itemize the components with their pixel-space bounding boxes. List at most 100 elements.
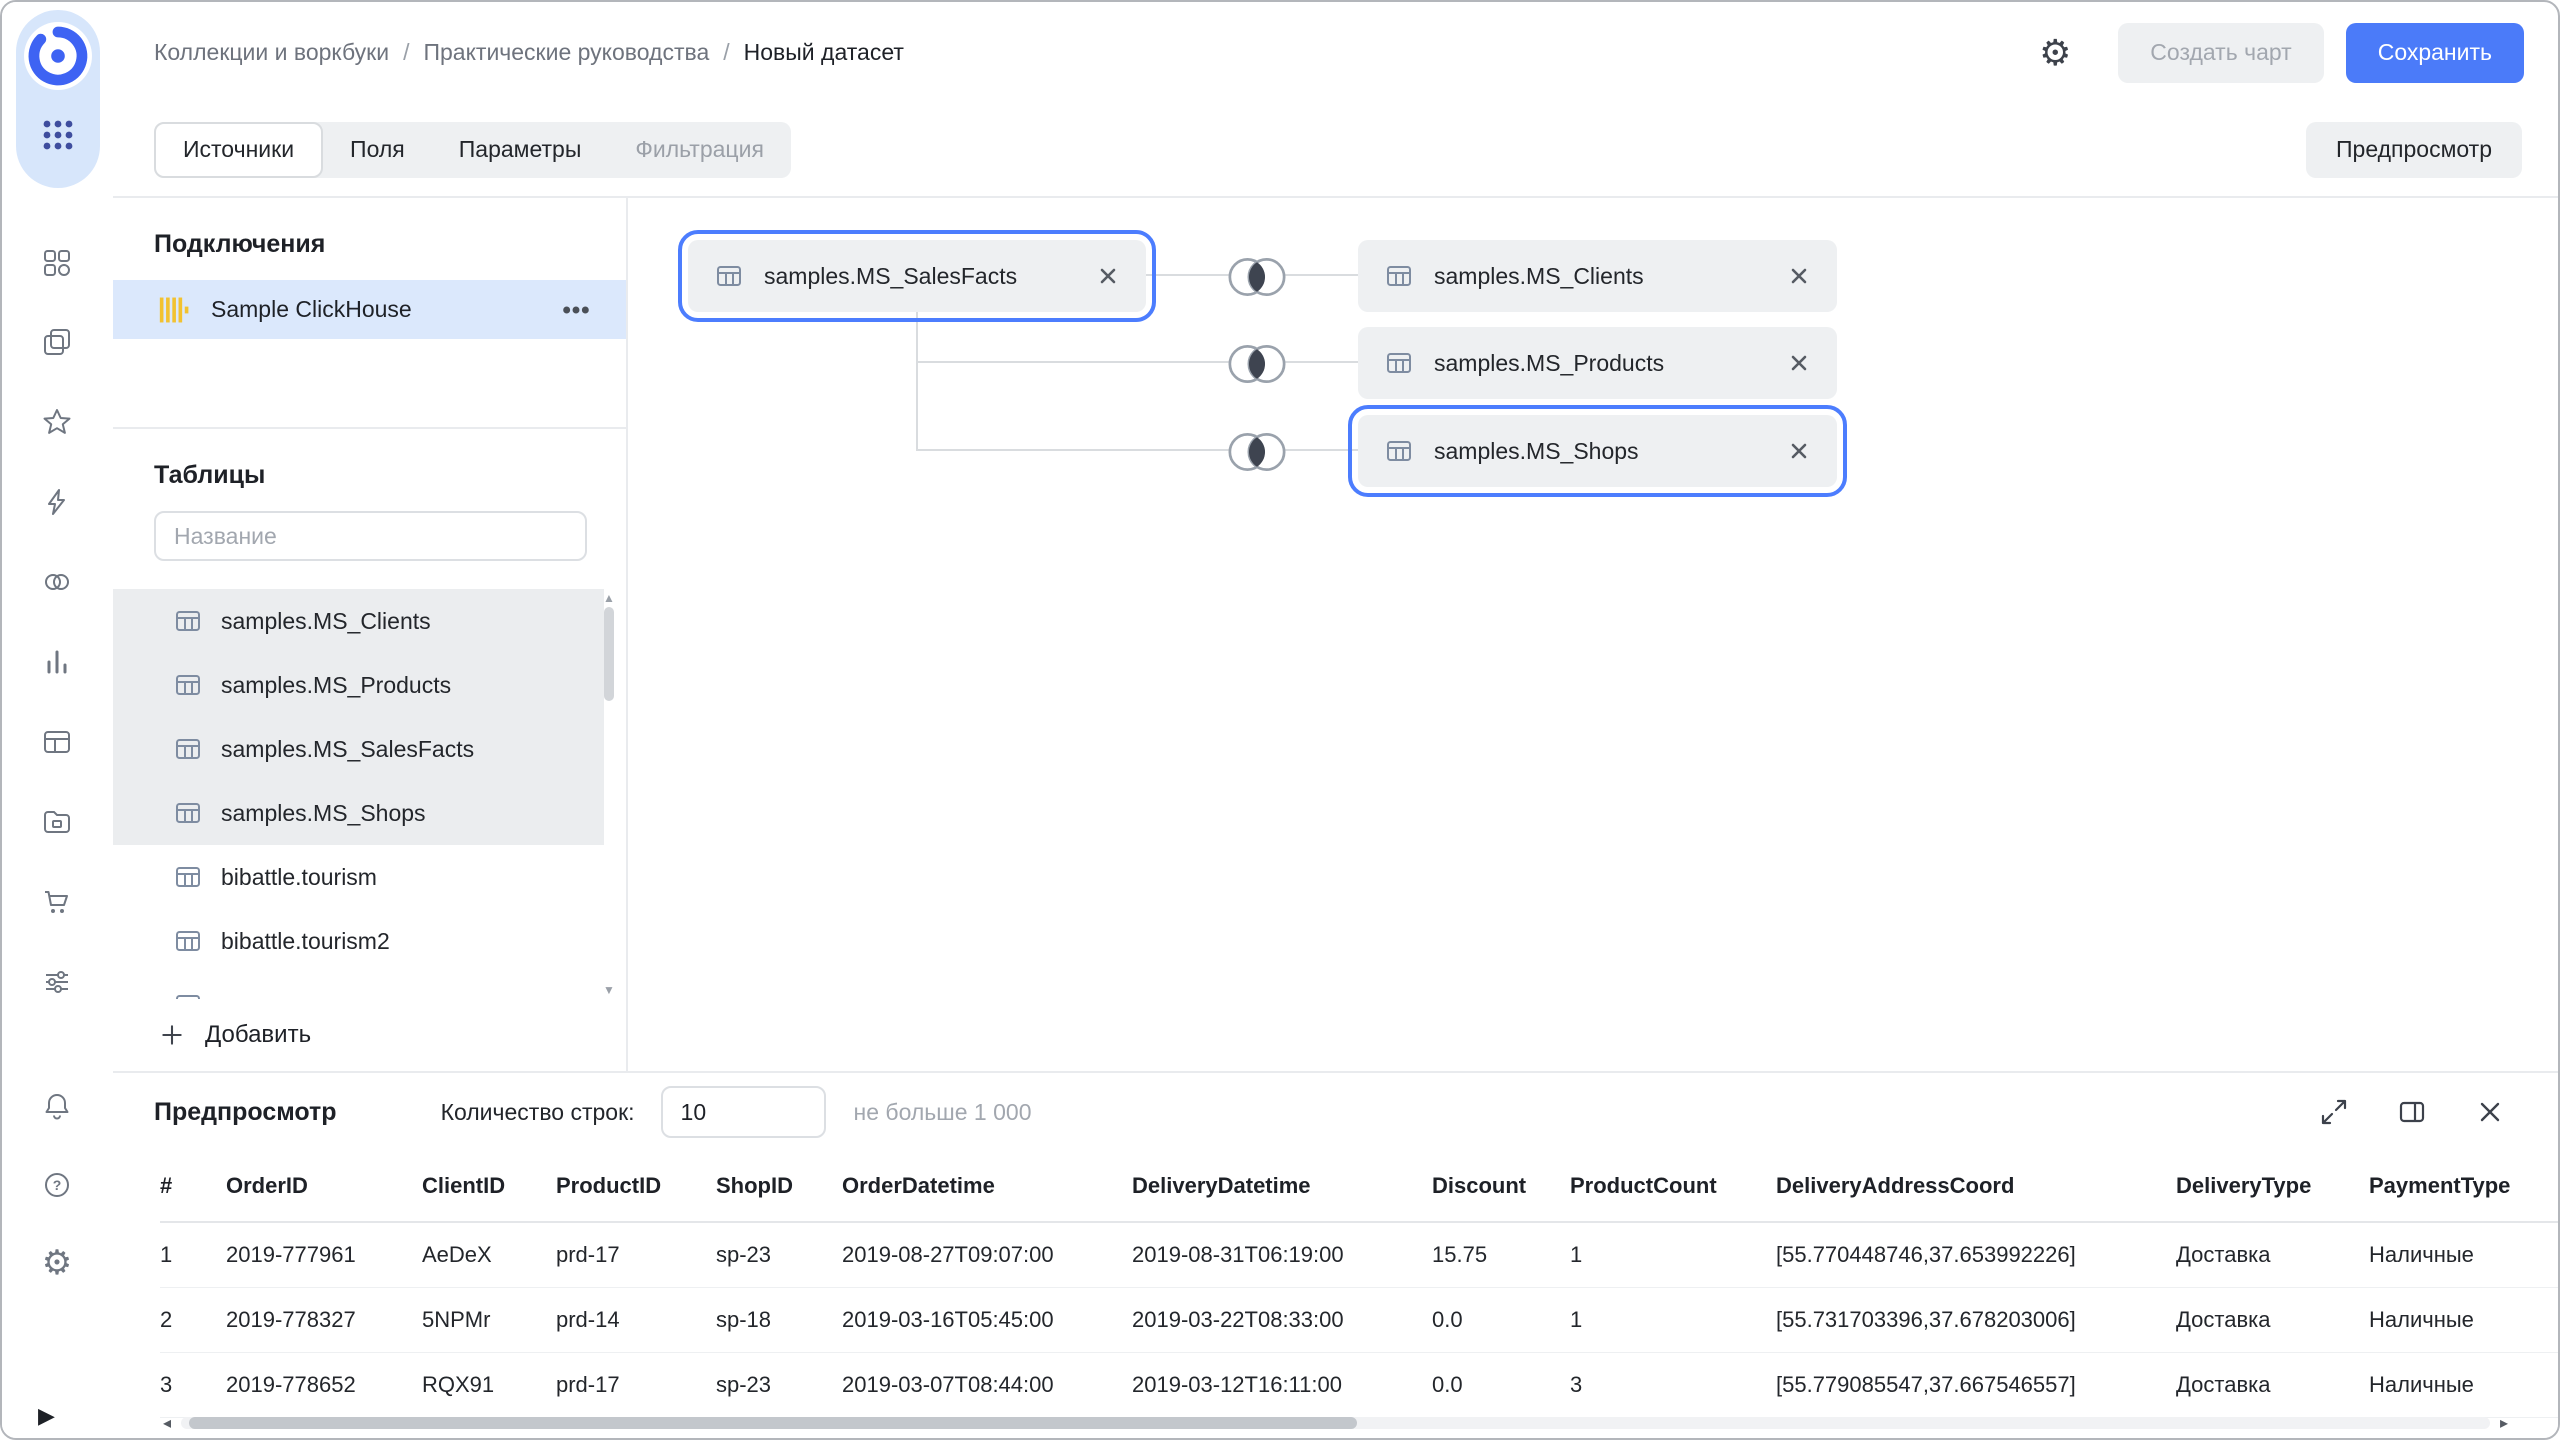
dataset-table-node[interactable]: samples.MS_Products — [1358, 327, 1837, 399]
breadcrumb-separator: / — [403, 39, 409, 66]
connection-item[interactable]: Sample ClickHouse — [113, 280, 626, 339]
table-list-item[interactable] — [113, 973, 604, 999]
inner-join-venn-icon[interactable] — [1219, 251, 1295, 303]
split-view-icon[interactable] — [2392, 1092, 2432, 1132]
table-icon — [173, 734, 203, 764]
table-icon — [173, 990, 203, 999]
preview-cell: sp-23 — [716, 1353, 842, 1418]
table-list-item[interactable]: samples.MS_Shops — [113, 781, 604, 845]
row-count-input[interactable] — [661, 1086, 826, 1138]
tab-item[interactable]: Источники — [154, 122, 323, 178]
preview-actions — [2314, 1092, 2510, 1132]
table-list-item[interactable]: bibattle.tourism2 — [113, 909, 604, 973]
table-node-label: samples.MS_Products — [1434, 350, 1664, 377]
remove-table-icon[interactable] — [1787, 439, 1811, 463]
table-icon — [173, 862, 203, 892]
dataset-table-node[interactable]: samples.MS_SalesFacts — [688, 240, 1146, 312]
dataset-table-node[interactable]: samples.MS_Clients — [1358, 240, 1837, 312]
panel-divider — [113, 427, 626, 429]
table-nav-icon[interactable] — [33, 718, 81, 766]
help-icon[interactable]: ? — [33, 1161, 81, 1209]
preview-cell: Доставка — [2176, 1222, 2369, 1288]
stacked-squares-icon[interactable] — [33, 318, 81, 366]
tab-item[interactable]: Поля — [323, 122, 432, 178]
preview-cell: Наличные — [2369, 1222, 2558, 1288]
preview-cell: 15.75 — [1432, 1222, 1570, 1288]
breadcrumb-item[interactable]: Коллекции и воркбуки — [154, 39, 389, 66]
preview-toggle-button[interactable]: Предпросмотр — [2306, 122, 2522, 178]
dataset-tabs: ИсточникиПоляПараметрыФильтрация — [154, 122, 791, 178]
linked-circles-icon[interactable] — [33, 558, 81, 606]
cart-icon[interactable] — [33, 878, 81, 926]
bar-chart-icon[interactable] — [33, 638, 81, 686]
preview-cell: prd-14 — [556, 1288, 716, 1353]
sources-panel: Подключения Sample ClickHouse Таблицы sa… — [113, 198, 628, 1073]
preview-column-header: # — [160, 1151, 226, 1222]
preview-column-header: OrderID — [226, 1151, 422, 1222]
sidebar-expand-icon[interactable]: ▶ — [38, 1398, 78, 1434]
table-list-item[interactable]: samples.MS_SalesFacts — [113, 717, 604, 781]
add-table-button[interactable]: Добавить — [159, 1021, 311, 1049]
join-canvas: samples.MS_SalesFacts samples.MS_Clientss… — [628, 198, 2558, 1073]
table-name: samples.MS_SalesFacts — [221, 736, 474, 763]
table-search-input[interactable] — [154, 511, 587, 561]
dataset-settings-gear-icon[interactable]: ⚙ — [2030, 28, 2080, 78]
star-icon[interactable] — [33, 398, 81, 446]
scroll-down-icon[interactable]: ▼ — [600, 983, 618, 997]
preview-cell: 0.0 — [1432, 1353, 1570, 1418]
scrollbar-track[interactable] — [181, 1417, 2490, 1429]
scrollbar-thumb[interactable] — [189, 1417, 1357, 1429]
table-list-item[interactable]: samples.MS_Products — [113, 653, 604, 717]
datalens-logo-icon — [22, 20, 94, 92]
table-name: samples.MS_Clients — [221, 608, 431, 635]
dataset-table-node[interactable]: samples.MS_Shops — [1358, 415, 1837, 487]
tab-item[interactable]: Параметры — [432, 122, 609, 178]
expand-icon[interactable] — [2314, 1092, 2354, 1132]
table-icon — [173, 926, 203, 956]
table-node-label: samples.MS_SalesFacts — [764, 263, 1017, 290]
create-chart-button[interactable]: Создать чарт — [2118, 23, 2323, 83]
remove-table-icon[interactable] — [1787, 351, 1811, 375]
save-button[interactable]: Сохранить — [2346, 23, 2524, 83]
table-list-item[interactable]: samples.MS_Clients — [113, 589, 604, 653]
row-count-label: Количество строк: — [441, 1099, 635, 1126]
scrollbar-thumb[interactable] — [604, 607, 614, 701]
tab-item[interactable]: Фильтрация — [608, 122, 791, 178]
table-node-label: samples.MS_Clients — [1434, 263, 1644, 290]
table-icon — [173, 670, 203, 700]
connection-more-icon[interactable] — [556, 290, 596, 330]
app-switcher-icon[interactable] — [41, 118, 75, 152]
table-list-item[interactable]: bibattle.tourism — [113, 845, 604, 909]
preview-column-header: DeliveryType — [2176, 1151, 2369, 1222]
tables-scrollbar[interactable]: ▲ ▼ — [600, 589, 618, 999]
inner-join-venn-icon[interactable] — [1219, 338, 1295, 390]
breadcrumb-item: Новый датасет — [744, 39, 904, 66]
preview-panel: Предпросмотр Количество строк: не больше… — [113, 1071, 2558, 1438]
row-count-hint: не больше 1 000 — [854, 1099, 1032, 1126]
table-icon — [1384, 348, 1414, 378]
scroll-up-icon[interactable]: ▲ — [600, 591, 618, 605]
grid-squares-icon[interactable] — [33, 239, 81, 287]
remove-table-icon[interactable] — [1787, 264, 1811, 288]
preview-cell: 2019-03-07T08:44:00 — [842, 1353, 1132, 1418]
preview-cell: 2019-03-22T08:33:00 — [1132, 1288, 1432, 1353]
preview-column-header: ProductID — [556, 1151, 716, 1222]
preview-column-header: ProductCount — [1570, 1151, 1776, 1222]
scroll-right-icon[interactable]: ▸ — [2494, 1414, 2514, 1432]
preview-cell: 0.0 — [1432, 1288, 1570, 1353]
scroll-left-icon[interactable]: ◂ — [157, 1414, 177, 1432]
inner-join-venn-icon[interactable] — [1219, 426, 1295, 478]
preview-column-header: Discount — [1432, 1151, 1570, 1222]
folder-box-icon[interactable] — [33, 798, 81, 846]
remove-table-icon[interactable] — [1096, 264, 1120, 288]
bell-icon[interactable] — [33, 1082, 81, 1130]
close-preview-icon[interactable] — [2470, 1092, 2510, 1132]
preview-cell: sp-18 — [716, 1288, 842, 1353]
sliders-icon[interactable] — [33, 958, 81, 1006]
settings-gear-icon[interactable]: ⚙ — [33, 1239, 81, 1287]
preview-cell: Наличные — [2369, 1353, 2558, 1418]
lightning-icon[interactable] — [33, 478, 81, 526]
preview-header: Предпросмотр Количество строк: не больше… — [113, 1073, 2558, 1151]
horizontal-scrollbar[interactable]: ◂ ▸ — [157, 1414, 2514, 1432]
breadcrumb-item[interactable]: Практические руководства — [423, 39, 709, 66]
